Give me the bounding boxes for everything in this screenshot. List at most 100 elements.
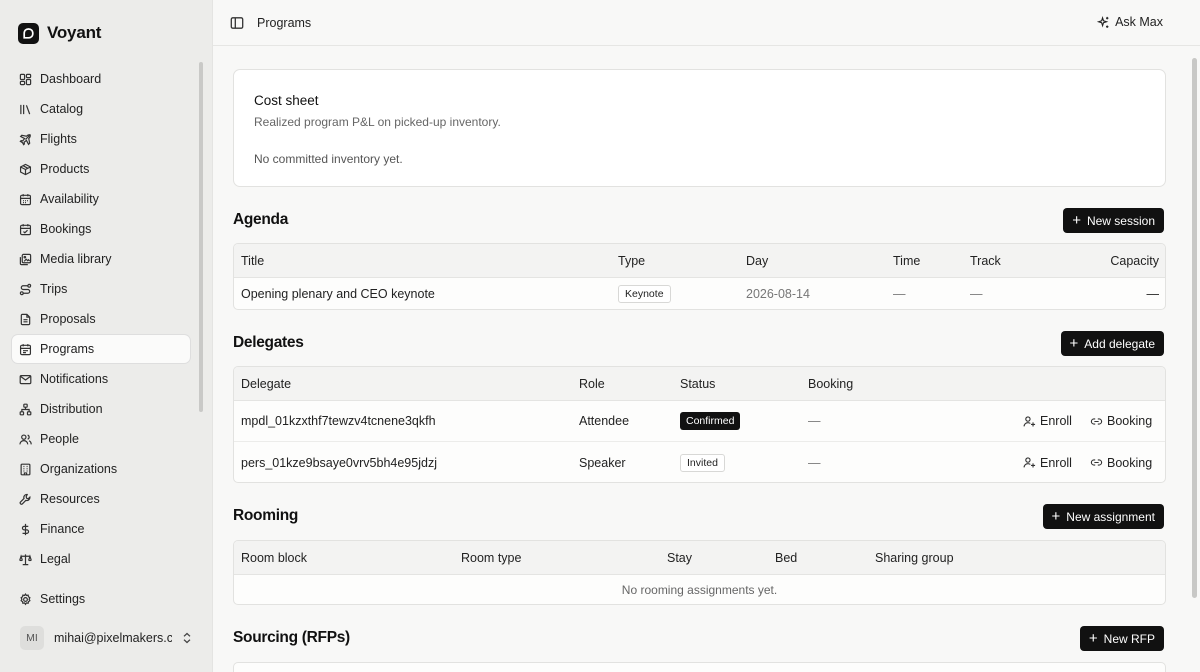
table-row[interactable]: Opening plenary and CEO keynote Keynote … — [234, 278, 1165, 309]
sidebar-scrollbar[interactable] — [199, 62, 203, 412]
sidebar-item-people[interactable]: People — [12, 425, 190, 453]
main-scrollbar[interactable] — [1192, 58, 1197, 598]
sidebar-item-label: Notifications — [40, 372, 109, 386]
cost-sheet-subtitle: Realized program P&L on picked-up invent… — [254, 115, 501, 129]
sidebar-item-catalog[interactable]: Catalog — [12, 95, 190, 123]
column-header[interactable]: Stay — [667, 551, 692, 565]
column-header[interactable]: Time — [893, 254, 920, 268]
column-header[interactable]: Type — [618, 254, 645, 268]
column-header[interactable]: Track — [970, 254, 1001, 268]
sidebar-item-dashboard[interactable]: Dashboard — [12, 65, 190, 93]
sidebar-item-finance[interactable]: Finance — [12, 515, 190, 543]
column-header[interactable]: Room type — [461, 551, 521, 565]
sourcing-table — [233, 662, 1166, 672]
delegates-table: Delegate Role Status Booking mpdl_01kzxt… — [233, 366, 1166, 483]
rooming-table: Room block Room type Stay Bed Sharing gr… — [233, 540, 1166, 605]
calendar-check-icon — [19, 223, 32, 235]
link-icon — [1090, 417, 1103, 425]
enroll-label: Enroll — [1040, 455, 1072, 470]
agenda-table: Title Type Day Time Track Capacity Openi… — [233, 243, 1166, 310]
sidebar-item-label: Proposals — [40, 312, 96, 326]
sidebar-item-organizations[interactable]: Organizations — [12, 455, 190, 483]
column-header[interactable]: Role — [579, 377, 605, 391]
delegates-title: Delegates — [233, 334, 304, 351]
new-assignment-button[interactable]: + New assignment — [1042, 504, 1164, 529]
chevron-up-down-icon — [183, 632, 191, 644]
status-badge: Confirmed — [680, 412, 741, 430]
column-header[interactable]: Room block — [241, 551, 307, 565]
grid-icon — [19, 73, 32, 85]
calendar-range-icon — [19, 343, 32, 355]
column-header[interactable]: Day — [746, 254, 768, 268]
user-menu[interactable]: MI mihai@pixelmakers.c... — [20, 625, 192, 651]
ask-max-button[interactable]: Ask Max — [1097, 15, 1163, 29]
sourcing-title: Sourcing (RFPs) — [233, 629, 350, 646]
delegates-table-header: Delegate Role Status Booking — [234, 367, 1165, 401]
table-row[interactable]: mpdl_01kzxthf7tewzv4tcnene3qkfh Attendee… — [234, 401, 1165, 442]
column-header[interactable]: Booking — [808, 377, 853, 391]
booking-label: Booking — [1107, 455, 1153, 470]
plus-icon: + — [1072, 211, 1081, 229]
sidebar-item-notifications[interactable]: Notifications — [12, 365, 190, 393]
sidebar-toggle-icon[interactable] — [230, 16, 244, 30]
booking-link-button[interactable]: Booking — [1090, 414, 1152, 428]
package-icon — [19, 163, 32, 175]
sidebar-item-settings[interactable]: Settings — [12, 585, 190, 613]
session-time: — — [893, 287, 906, 301]
calendar-icon — [19, 193, 32, 205]
delegate-booking: — — [808, 414, 821, 428]
plane-icon — [19, 133, 31, 146]
sidebar-item-bookings[interactable]: Bookings — [12, 215, 190, 243]
topbar: Programs Ask Max — [213, 0, 1200, 46]
wrench-icon — [19, 493, 31, 505]
delegate-role: Attendee — [579, 414, 630, 428]
sidebar-item-media-library[interactable]: Media library — [12, 245, 190, 273]
network-icon — [19, 403, 32, 415]
add-delegate-button[interactable]: + Add delegate — [1060, 331, 1164, 356]
sidebar-item-products[interactable]: Products — [12, 155, 190, 183]
booking-label: Booking — [1107, 414, 1153, 428]
building-icon — [20, 463, 31, 475]
scale-icon — [19, 553, 32, 565]
sidebar-item-availability[interactable]: Availability — [12, 185, 190, 213]
plus-icon: + — [1088, 629, 1098, 647]
voyant-logo-icon — [18, 22, 39, 44]
new-rfp-button[interactable]: + New RFP — [1079, 626, 1164, 651]
gear-icon — [20, 592, 31, 605]
add-delegate-label: Add delegate — [1084, 336, 1155, 351]
sidebar-item-label: Programs — [40, 342, 95, 356]
sidebar-item-trips[interactable]: Trips — [12, 275, 190, 303]
sidebar-item-label: Distribution — [40, 402, 103, 416]
enroll-button[interactable]: Enroll — [1023, 414, 1072, 428]
table-row[interactable]: pers_01kze9bsaye0vrv5bh4e95jdzj Speaker … — [234, 442, 1165, 482]
cost-sheet-card: Cost sheet Realized program P&L on picke… — [233, 69, 1166, 187]
brand[interactable]: Voyant — [18, 20, 101, 46]
booking-link-button[interactable]: Booking — [1090, 456, 1152, 470]
sidebar-item-label: People — [40, 432, 79, 446]
delegate-booking: — — [808, 455, 821, 470]
cost-sheet-empty: No committed inventory yet. — [254, 152, 403, 166]
column-header[interactable]: Title — [241, 254, 264, 268]
session-track: — — [970, 287, 983, 301]
session-title: Opening plenary and CEO keynote — [241, 287, 435, 301]
column-header[interactable]: Status — [680, 377, 715, 391]
route-icon — [19, 283, 32, 295]
column-header[interactable]: Capacity — [1110, 254, 1159, 268]
new-session-button[interactable]: + New session — [1063, 208, 1164, 233]
sidebar-item-programs[interactable]: Programs — [12, 335, 190, 363]
sidebar-item-legal[interactable]: Legal — [12, 545, 190, 573]
enroll-button[interactable]: Enroll — [1023, 456, 1072, 470]
sidebar-item-flights[interactable]: Flights — [12, 125, 190, 153]
rooming-empty-row: No rooming assignments yet. — [234, 575, 1165, 604]
sidebar-item-proposals[interactable]: Proposals — [12, 305, 190, 333]
column-header[interactable]: Delegate — [241, 377, 291, 391]
link-icon — [1090, 459, 1103, 466]
sidebar-item-distribution[interactable]: Distribution — [12, 395, 190, 423]
column-header[interactable]: Bed — [775, 551, 797, 565]
column-header[interactable]: Sharing group — [875, 551, 954, 565]
sidebar-item-label: Finance — [40, 522, 85, 536]
sidebar-item-resources[interactable]: Resources — [12, 485, 190, 513]
enroll-label: Enroll — [1040, 414, 1072, 428]
dollar-icon — [21, 523, 30, 535]
user-plus-icon — [1023, 457, 1036, 468]
